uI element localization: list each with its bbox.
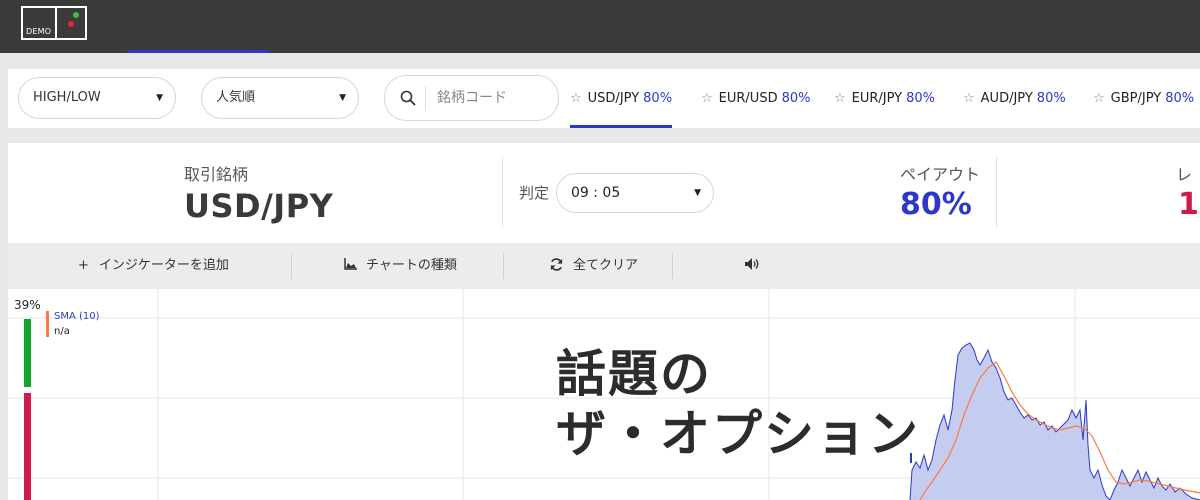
- expiry-value: 09 : 05: [571, 185, 621, 201]
- clear-all-button[interactable]: 全てクリア: [549, 243, 638, 289]
- logo-red-dot: [68, 21, 74, 27]
- pair-tab-gbp-jpy[interactable]: ☆ GBP/JPY 80%: [1093, 69, 1194, 128]
- logo-text: DEMO: [26, 27, 52, 36]
- chart-type-button[interactable]: チャートの種類: [344, 243, 457, 289]
- add-indicator-button[interactable]: + インジケーターを追加: [78, 243, 229, 289]
- pair-tab-aud-jpy[interactable]: ☆ AUD/JPY 80%: [963, 69, 1066, 128]
- add-indicator-label: インジケーターを追加: [98, 258, 229, 273]
- price-area: [910, 343, 1200, 500]
- promo-line-2: ザ・オプション: [556, 405, 920, 463]
- trade-type-select[interactable]: HIGH/LOW ▼: [18, 77, 176, 119]
- symbol-label: 取引銘柄: [184, 165, 249, 184]
- low-probability-bar: [24, 393, 31, 500]
- plus-icon: +: [78, 258, 89, 273]
- pair-name: USD/JPY: [587, 91, 640, 106]
- speaker-icon: [745, 258, 759, 270]
- promo-overlay-title: 話題の ザ・オプション: [556, 344, 920, 464]
- payout-value: 80%: [900, 187, 972, 222]
- clear-all-label: 全てクリア: [573, 258, 639, 273]
- search-icon: [400, 90, 416, 106]
- sound-button[interactable]: [744, 243, 760, 289]
- refresh-icon: [550, 258, 563, 271]
- high-probability-label: 39%: [14, 298, 41, 312]
- pair-tab-eur-usd[interactable]: ☆ EUR/USD 80%: [701, 69, 810, 128]
- star-icon[interactable]: ☆: [701, 91, 713, 106]
- search-divider: [425, 86, 426, 110]
- symbol-value: USD/JPY: [184, 187, 334, 225]
- sma-legend-value: n/a: [54, 326, 70, 337]
- high-probability-bar: [24, 319, 31, 387]
- expiry-select[interactable]: 09 : 05 ▼: [556, 173, 714, 213]
- pair-payout: 80%: [781, 91, 811, 106]
- expiry-label: 判定: [519, 184, 550, 202]
- sma-legend-name[interactable]: SMA (10): [54, 311, 100, 322]
- star-icon[interactable]: ☆: [570, 91, 582, 106]
- promo-line-1: 話題の: [556, 345, 712, 403]
- payout-label: ペイアウト: [900, 165, 981, 184]
- toolbar-divider: [672, 253, 673, 279]
- star-icon[interactable]: ☆: [834, 91, 846, 106]
- chevron-down-icon: ▼: [694, 188, 701, 198]
- rate-label: レ: [1176, 165, 1193, 184]
- toolbar-divider: [291, 253, 292, 279]
- pair-name: EUR/USD: [718, 91, 778, 106]
- trade-info-panel: 取引銘柄 USD/JPY 判定 09 : 05 ▼ ペイアウト 80% レ 1: [8, 143, 1200, 243]
- price-chart[interactable]: 39% SMA (10) n/a 話題の ザ・オプション: [8, 289, 1200, 500]
- star-icon[interactable]: ☆: [1093, 91, 1105, 106]
- pair-payout: 80%: [906, 91, 936, 106]
- symbol-search[interactable]: [384, 75, 559, 121]
- search-input[interactable]: [437, 87, 547, 109]
- chart-type-label: チャートの種類: [366, 258, 457, 273]
- sort-value: 人気順: [216, 90, 256, 105]
- pair-tab-usd-jpy[interactable]: ☆ USD/JPY 80%: [570, 69, 673, 128]
- demo-logo[interactable]: DEMO: [21, 6, 87, 40]
- chart-toolbar: + インジケーターを追加 チャートの種類 全てクリア: [8, 243, 1200, 289]
- pair-payout: 80%: [1165, 91, 1195, 106]
- chart-type-icon: [344, 258, 357, 270]
- pair-payout: 80%: [643, 91, 673, 106]
- rate-value: 1: [1178, 187, 1199, 222]
- top-tab-active-indicator: [127, 50, 269, 53]
- chevron-down-icon: ▼: [156, 93, 163, 103]
- star-icon[interactable]: ☆: [963, 91, 975, 106]
- top-header: DEMO: [0, 0, 1200, 53]
- sma-legend-swatch: [46, 311, 49, 337]
- trade-type-value: HIGH/LOW: [33, 90, 101, 105]
- pair-name: AUD/JPY: [980, 91, 1033, 106]
- pair-name: GBP/JPY: [1110, 91, 1162, 106]
- chevron-down-icon: ▼: [339, 93, 346, 103]
- pair-tab-eur-jpy[interactable]: ☆ EUR/JPY 80%: [834, 69, 935, 128]
- logo-green-dot: [73, 12, 79, 18]
- sort-select[interactable]: 人気順 ▼: [201, 77, 359, 119]
- panel-divider: [996, 157, 997, 227]
- pair-payout: 80%: [1036, 91, 1066, 106]
- pair-name: EUR/JPY: [851, 91, 903, 106]
- panel-divider: [502, 157, 503, 227]
- filter-bar: HIGH/LOW ▼ 人気順 ▼ ☆USD/JPY80% ☆EUR/USD80%…: [8, 69, 1200, 128]
- toolbar-divider: [503, 253, 504, 279]
- logo-divider: [55, 8, 57, 38]
